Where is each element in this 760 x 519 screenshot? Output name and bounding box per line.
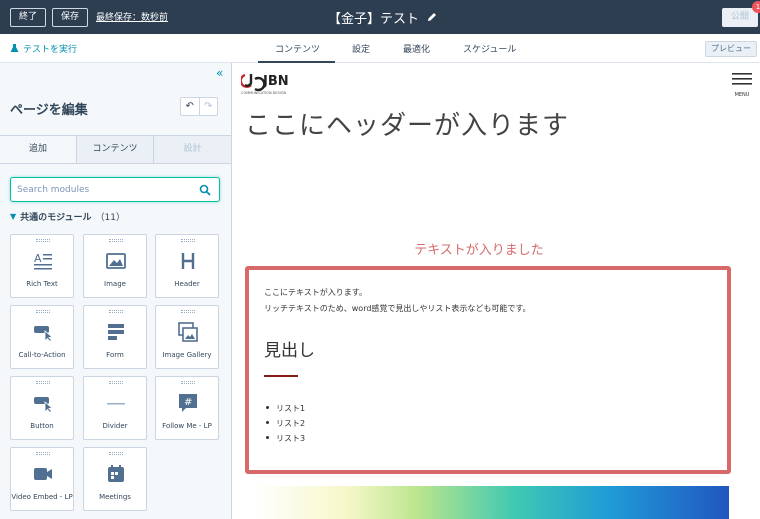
module-label: Button	[30, 422, 54, 430]
sidebar-tab-contents[interactable]: コンテンツ	[77, 136, 154, 163]
svg-text:A: A	[34, 252, 42, 265]
rich-text-heading: 見出し	[264, 341, 315, 361]
drag-handle	[181, 381, 195, 384]
module-button[interactable]: Button	[10, 376, 74, 440]
module-divider[interactable]: Divider	[83, 376, 147, 440]
tab-content[interactable]: コンテンツ	[275, 42, 320, 55]
tab-schedule[interactable]: スケジュール	[463, 42, 516, 55]
module-label: Image	[104, 280, 126, 288]
module-call-to-action[interactable]: Call-to-Action	[10, 305, 74, 369]
module-label: Call-to-Action	[18, 351, 66, 359]
follow-me-icon: #	[179, 394, 197, 412]
image-gallery-icon	[178, 322, 198, 342]
list-item: リスト2	[264, 418, 305, 433]
svg-text:#: #	[184, 397, 192, 408]
list-item: リスト3	[264, 433, 305, 448]
module-follow-me[interactable]: # Follow Me - LP	[155, 376, 219, 440]
drag-handle	[109, 381, 123, 384]
sidebar: « ページを編集 ↶ ↷ 追加 コンテンツ 設計 ▼ 共通のモジュール （11）…	[0, 63, 232, 519]
module-label: Video Embed - LP	[11, 493, 73, 501]
run-test-label: テストを実行	[23, 45, 78, 55]
gradient-banner-image[interactable]	[253, 486, 729, 519]
header-icon	[181, 253, 195, 269]
drag-handle	[36, 381, 50, 384]
rich-text-module[interactable]: ここにテキストが入ります。 リッチテキストのため、word感覚で見出しやリスト表…	[245, 266, 731, 474]
sidebar-tab-add[interactable]: 追加	[0, 136, 77, 163]
page-title: 【金子】テスト	[328, 12, 420, 27]
last-saved-link[interactable]: 最終保存：数秒前	[96, 10, 168, 23]
drag-handle	[181, 310, 195, 313]
preview-button[interactable]: プレビュー	[705, 41, 757, 57]
module-meetings[interactable]: Meetings	[83, 447, 147, 511]
module-rich-text[interactable]: A Rich Text	[10, 234, 74, 298]
module-image-gallery[interactable]: Image Gallery	[155, 305, 219, 369]
module-group-header[interactable]: ▼ 共通のモジュール （11）	[10, 210, 125, 223]
drag-handle	[109, 452, 123, 455]
module-form[interactable]: Form	[83, 305, 147, 369]
menu-button[interactable]: MENU	[731, 72, 753, 98]
module-label: Follow Me - LP	[162, 422, 212, 430]
undo-redo-group: ↶ ↷	[180, 97, 218, 116]
top-bar: 終了 保存 最終保存：数秒前 【金子】テスト 公開 1	[0, 0, 760, 34]
header-text[interactable]: ここにヘッダーが入ります	[245, 105, 569, 142]
page-canvas: JBN COMMUNICATION DESIGN MENU ここにヘッダーが入り…	[233, 63, 760, 519]
module-image[interactable]: Image	[83, 234, 147, 298]
drag-handle	[36, 452, 50, 455]
drag-handle	[36, 239, 50, 242]
divider-icon	[107, 403, 125, 405]
drag-handle	[36, 310, 50, 313]
search-icon[interactable]	[199, 184, 211, 196]
sidebar-title: ページを編集	[10, 103, 88, 118]
notification-badge: 1	[752, 1, 760, 13]
list-item: リスト1	[264, 403, 305, 418]
module-label: Rich Text	[26, 280, 58, 288]
sub-heading[interactable]: テキストが入りました	[233, 239, 725, 258]
module-label: Image Gallery	[162, 351, 212, 359]
exit-button[interactable]: 終了	[10, 8, 46, 27]
search-field	[10, 177, 220, 202]
module-video-embed[interactable]: Video Embed - LP	[10, 447, 74, 511]
paragraph-line: リッチテキストのため、word感覚で見出しやリスト表示なども可能です。	[264, 304, 531, 313]
hamburger-icon	[732, 73, 752, 85]
search-input[interactable]	[17, 183, 197, 197]
undo-icon[interactable]: ↶	[181, 98, 200, 115]
run-test-link[interactable]: テストを実行	[10, 42, 77, 55]
tab-settings[interactable]: 設定	[352, 42, 370, 55]
collapse-sidebar-icon[interactable]: «	[216, 66, 223, 80]
meetings-icon	[108, 465, 124, 482]
sidebar-tab-design[interactable]: 設計	[154, 136, 231, 163]
video-icon	[34, 468, 52, 480]
save-button[interactable]: 保存	[52, 8, 88, 27]
tab-optimize[interactable]: 最適化	[403, 42, 430, 55]
paragraph-line: ここにテキストが入ります。	[264, 288, 367, 297]
sidebar-tabs: 追加 コンテンツ 設計	[0, 135, 232, 164]
logo-tagline: COMMUNICATION DESIGN	[241, 91, 287, 95]
menu-label: MENU	[734, 92, 750, 98]
drag-handle	[109, 239, 123, 242]
module-label: Meetings	[99, 493, 131, 501]
heading-divider	[264, 375, 298, 377]
module-header[interactable]: Header	[155, 234, 219, 298]
logo-text: JBN	[263, 74, 289, 89]
module-group-count: （11）	[95, 213, 125, 223]
module-label: Header	[174, 280, 200, 288]
pencil-icon[interactable]	[426, 11, 438, 23]
module-group-label: 共通のモジュール	[20, 213, 92, 223]
cta-icon	[34, 326, 53, 342]
rich-text-icon: A	[34, 252, 52, 270]
module-label: Form	[106, 351, 124, 359]
editor-tab-bar: テストを実行 コンテンツ 設定 最適化 スケジュール プレビュー	[0, 34, 760, 63]
image-icon	[106, 253, 126, 269]
form-icon	[108, 324, 124, 340]
button-icon	[34, 397, 53, 413]
redo-icon[interactable]: ↷	[200, 98, 218, 115]
drag-handle	[181, 239, 195, 242]
drag-handle	[109, 310, 123, 313]
flask-icon	[10, 44, 19, 52]
bullet-list: リスト1 リスト2 リスト3	[264, 403, 305, 448]
chevron-down-icon: ▼	[10, 212, 17, 221]
module-label: Divider	[102, 422, 128, 430]
